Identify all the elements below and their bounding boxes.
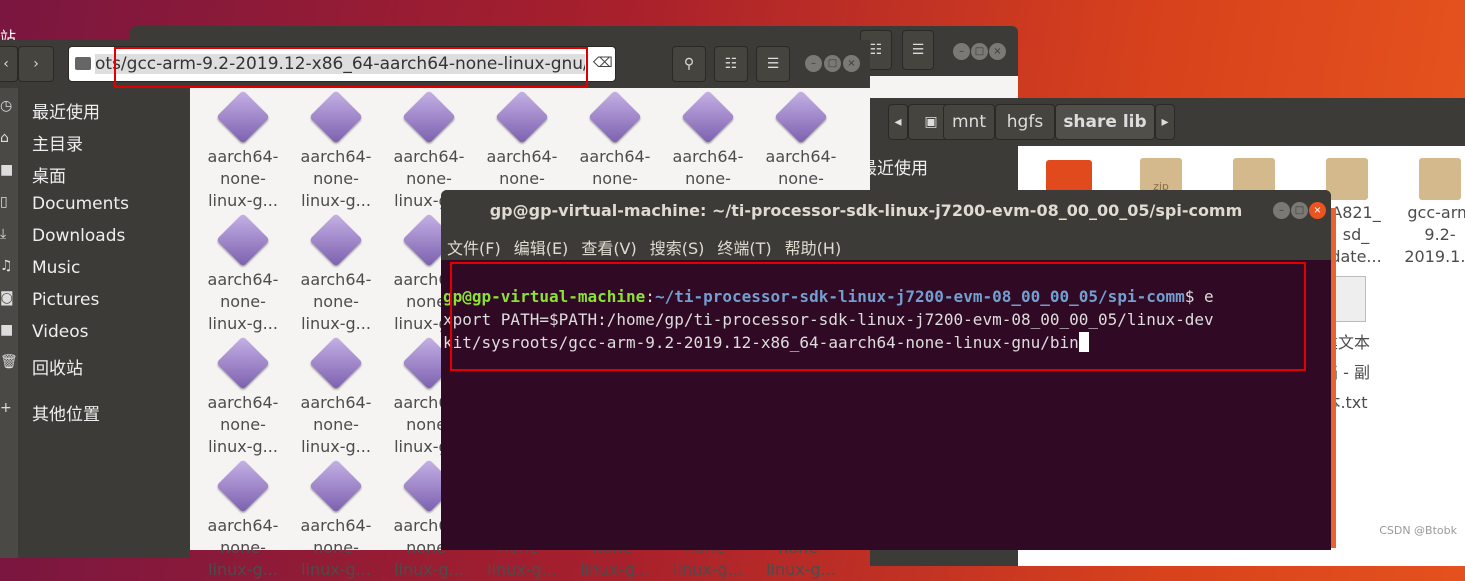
search-button[interactable]: ⚲ (672, 46, 706, 82)
plus-icon: + (0, 400, 12, 416)
executable-icon (216, 90, 270, 144)
executable-icon (309, 336, 363, 390)
minimize-button[interactable]: – (1273, 202, 1290, 219)
menu-button[interactable]: ☰ (902, 30, 934, 70)
terminal-menu-item[interactable]: 查看(V) (581, 235, 636, 259)
music-icon: ♫ (0, 258, 13, 274)
home-icon: ⌂ (0, 130, 9, 146)
executable-icon (681, 90, 735, 144)
clock-icon: ◷ (0, 98, 13, 114)
executable-icon (309, 459, 363, 513)
sidebar-item-label: Pictures (32, 290, 100, 310)
desktop-icon: ■ (0, 162, 14, 178)
sidebar-item[interactable]: ◷ 最近使用 (0, 98, 190, 128)
sidebar-item-label: 主目录 (32, 135, 83, 155)
sidebar-item[interactable]: ■ 桌面 (0, 162, 190, 192)
archive-icon (1419, 158, 1461, 200)
path-item[interactable]: mnt (943, 104, 995, 140)
path-item-current[interactable]: share lib (1055, 104, 1155, 140)
terminal-menu-item[interactable]: 搜索(S) (650, 235, 705, 259)
terminal-menu-item[interactable]: 终端(T) (717, 235, 771, 259)
terminal-menu-item[interactable]: 帮助(H) (785, 235, 842, 259)
video-icon: ■ (0, 322, 14, 338)
executable-icon (309, 213, 363, 267)
sidebar-item-label: Documents (32, 194, 129, 214)
executable-icon (216, 459, 270, 513)
back-button[interactable]: ‹ (0, 46, 18, 82)
terminal-menu-item[interactable]: 文件(F) (447, 235, 501, 259)
clear-icon[interactable]: ⌫ (593, 55, 613, 71)
maximize-button[interactable]: □ (971, 43, 988, 60)
download-icon: ⤓ (0, 226, 7, 242)
maximize-button[interactable]: □ (824, 55, 841, 72)
sidebar-item-label: 其他位置 (32, 405, 100, 425)
executable-icon (402, 90, 456, 144)
list-view-icon: ☷ (869, 42, 883, 58)
file-item[interactable]: gcc-arm9.2-2019.1... (1394, 202, 1465, 268)
path-forward-button[interactable]: ▸ (1155, 104, 1175, 140)
sidebar-item[interactable]: + 其他位置 (0, 400, 190, 430)
document-icon: ▯ (0, 194, 8, 210)
file-item[interactable]: aarch64-none-linux-g... (197, 213, 289, 335)
file-item[interactable]: aarch64-none-linux-g... (290, 336, 382, 458)
sidebar-item[interactable]: ■ Videos (0, 322, 190, 352)
file-item[interactable]: aarch64-none-linux-g... (197, 90, 289, 212)
sidebar-item-label: Music (32, 258, 81, 278)
drive-icon: ▣ (924, 114, 938, 130)
list-view-icon: ☷ (724, 56, 738, 72)
sidebar-item[interactable]: ◙ Pictures (0, 290, 190, 320)
sidebar-item[interactable]: ▯ Documents (0, 194, 190, 224)
executable-icon (216, 336, 270, 390)
search-icon: ⚲ (683, 56, 695, 72)
hamburger-icon: ☰ (766, 56, 780, 72)
archive-icon (1326, 158, 1368, 200)
sidebar-item-label: 最近使用 (32, 103, 100, 123)
executable-icon (309, 90, 363, 144)
sidebar-item-label: Videos (32, 322, 89, 342)
executable-icon (216, 213, 270, 267)
terminal-window: gp@gp-virtual-machine: ~/ti-processor-sd… (441, 190, 1331, 550)
path-back-button[interactable]: ◂ (888, 104, 908, 140)
file-item[interactable]: aarch64-none-linux-g... (197, 336, 289, 458)
hamburger-icon: ☰ (911, 42, 925, 58)
trash-icon: 🗑 (0, 354, 18, 370)
terminal-menu-item[interactable]: 编辑(E) (514, 235, 569, 259)
terminal-title: gp@gp-virtual-machine: ~/ti-processor-sd… (489, 201, 1243, 220)
camera-icon: ◙ (0, 290, 14, 306)
file-item[interactable]: aarch64-none-linux-g... (290, 213, 382, 335)
folder-icon (75, 57, 91, 70)
file-item[interactable]: aarch64-none-linux-g... (290, 459, 382, 581)
sidebar-item-label: 桌面 (32, 167, 66, 187)
sidebar: ◷ 最近使用 ⌂ 主目录 ■ 桌面 ▯ Documents ⤓ Downloads ♫ Music ◙ P… (0, 88, 190, 558)
view-toggle-button[interactable]: ☷ (714, 46, 748, 82)
sidebar-item[interactable]: ⤓ Downloads (0, 226, 190, 256)
file-item[interactable]: aarch64-none-linux-g... (290, 90, 382, 212)
minimize-button[interactable]: – (805, 55, 822, 72)
file-item[interactable]: aarch64-none-linux-g... (197, 459, 289, 581)
maximize-button[interactable]: □ (1291, 202, 1308, 219)
executable-icon (588, 90, 642, 144)
command-highlight-box (450, 262, 1306, 371)
close-button[interactable]: × (843, 55, 860, 72)
address-highlight-box (114, 47, 588, 88)
watermark: CSDN @Btobk (1379, 524, 1457, 537)
sidebar-item[interactable]: ⌂ 主目录 (0, 130, 190, 160)
text-file-icon (1332, 276, 1366, 322)
sidebar-item-label: Downloads (32, 226, 126, 246)
executable-icon (774, 90, 828, 144)
forward-button[interactable]: › (18, 46, 54, 82)
executable-icon (495, 90, 549, 144)
close-button[interactable]: × (989, 43, 1006, 60)
sidebar-item-recent[interactable]: 最近使用 (860, 154, 928, 179)
sidebar-item[interactable]: ♫ Music (0, 258, 190, 288)
path-item[interactable]: hgfs (995, 104, 1055, 140)
sidebar-item-label: 回收站 (32, 359, 83, 379)
close-button[interactable]: × (1309, 202, 1326, 219)
menu-button[interactable]: ☰ (756, 46, 790, 82)
sidebar-item[interactable]: 🗑 回收站 (0, 354, 190, 384)
minimize-button[interactable]: – (953, 43, 970, 60)
